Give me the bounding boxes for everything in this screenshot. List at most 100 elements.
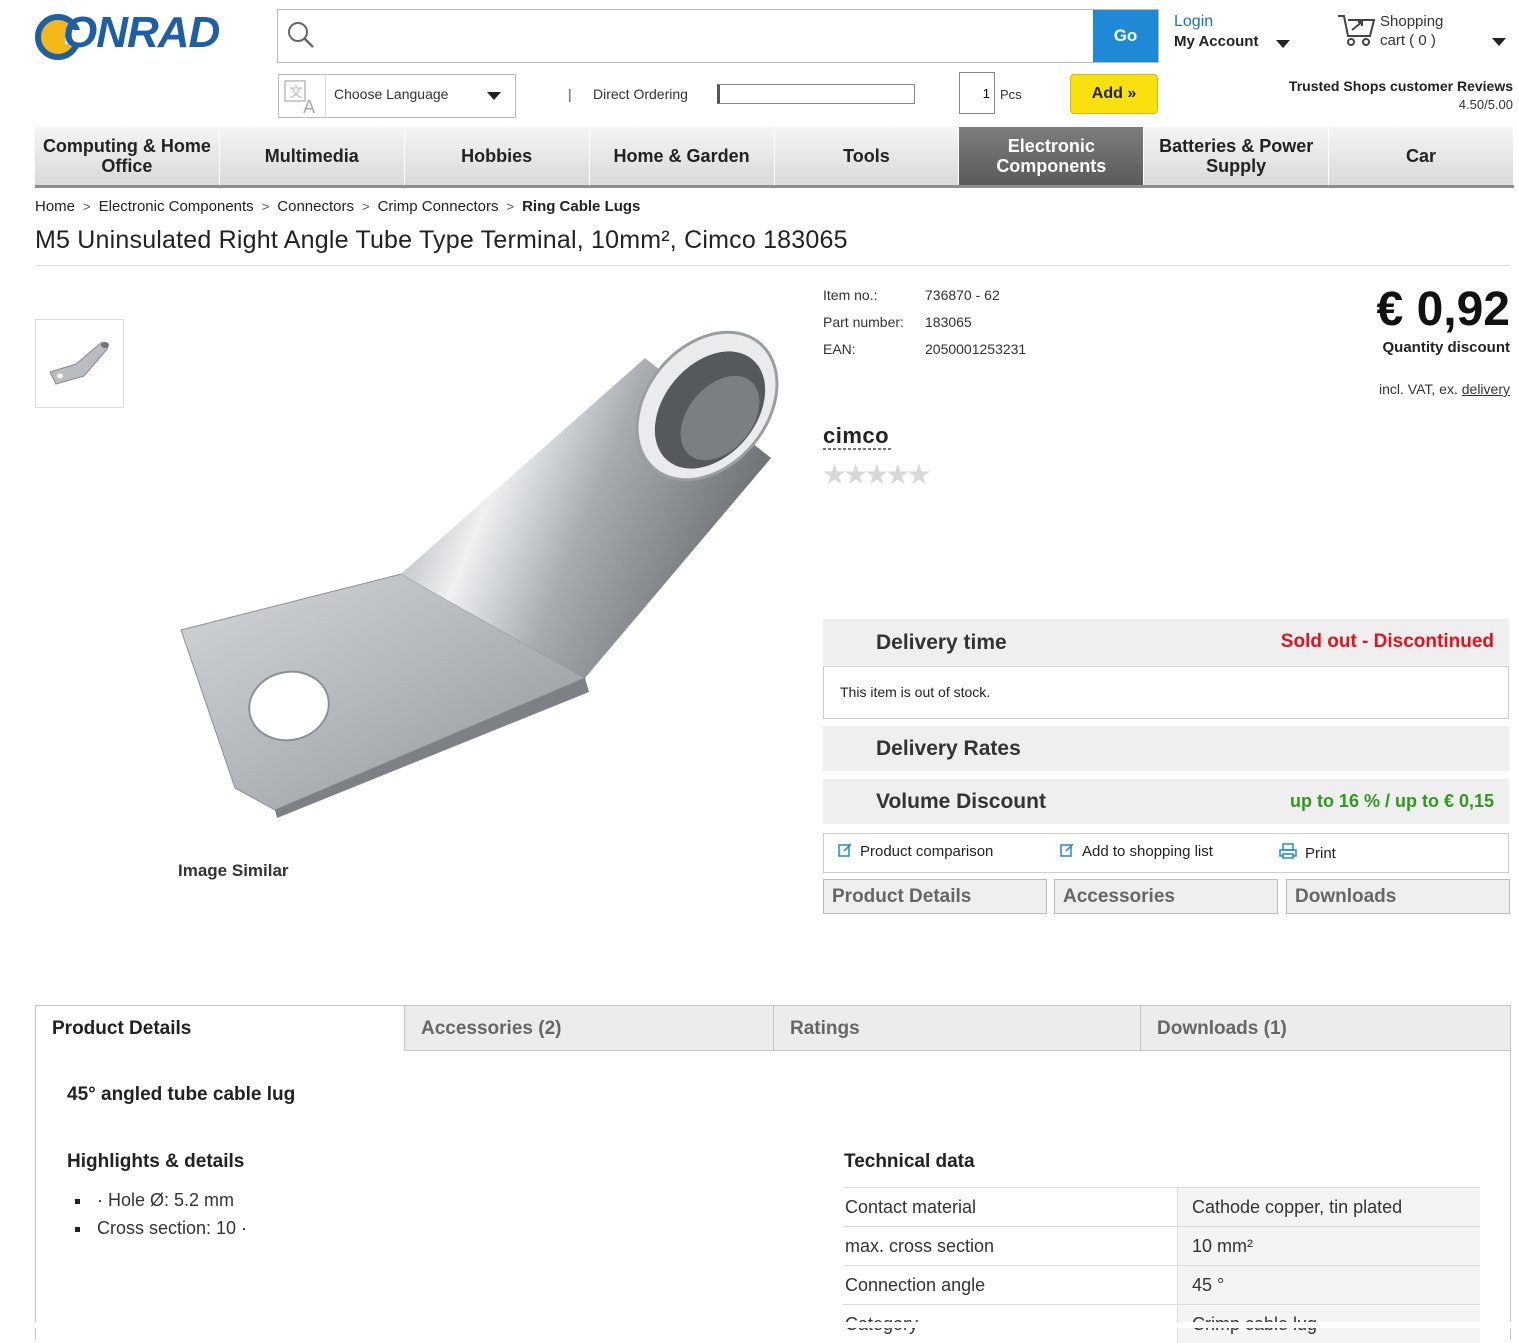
volume-discount-panel[interactable]: Volume Discount up to 16 % / up to € 0,1… (823, 779, 1509, 824)
direct-ordering-input[interactable] (717, 84, 915, 104)
shopping-cart-icon[interactable] (1336, 12, 1376, 48)
delivery-time-panel: Delivery time Sold out - Discontinued (823, 619, 1509, 665)
highlights-list: · Hole Ø: 5.2 mm Cross section: 10 · (67, 1190, 247, 1246)
translate-icon: 文 A (279, 75, 326, 117)
technical-data-heading: Technical data (844, 1151, 975, 1173)
chevron-down-icon[interactable] (1492, 38, 1506, 46)
print-link[interactable]: Print (1279, 843, 1336, 862)
divider (35, 265, 1510, 266)
nav-item-electronic-components[interactable]: Electronic Components (959, 127, 1144, 185)
breadcrumb: Home > Electronic Components > Connectors > Cr… (35, 198, 640, 215)
tab-ratings[interactable]: Ratings (773, 1005, 1141, 1051)
nav-item-tools[interactable]: Tools (775, 127, 960, 185)
nav-item-home-garden[interactable]: Home & Garden (590, 127, 775, 185)
brand-logo[interactable]: cimco (823, 423, 889, 449)
nav-item-car[interactable]: Car (1329, 127, 1514, 185)
table-row: Contact material Cathode copper, tin pla… (843, 1188, 1480, 1227)
print-icon (1279, 843, 1297, 859)
delivery-rates-panel[interactable]: Delivery Rates (823, 726, 1509, 771)
add-to-shopping-list-link[interactable]: Add to shopping list (1060, 843, 1213, 860)
conrad-logo[interactable]: ONRAD (35, 10, 247, 66)
quantity-discount-link[interactable]: Quantity discount (1300, 339, 1510, 356)
page-title: M5 Uninsulated Right Angle Tube Type Ter… (35, 226, 848, 255)
table-row: Connection angle 45 ° (843, 1266, 1480, 1305)
product-image (165, 318, 785, 838)
quantity-input[interactable] (959, 72, 995, 114)
edit-icon (1060, 843, 1074, 857)
language-select[interactable]: 文 A Choose Language (278, 74, 516, 118)
delivery-status: Sold out - Discontinued (1281, 631, 1494, 653)
nav-item-computing[interactable]: Computing & Home Office (35, 127, 220, 185)
svg-text:A: A (303, 97, 316, 117)
list-item: · Hole Ø: 5.2 mm (67, 1190, 247, 1218)
breadcrumb-crimp-connectors[interactable]: Crimp Connectors (378, 198, 499, 215)
search-input[interactable] (326, 16, 1090, 58)
delivery-time-label: Delivery time (876, 631, 1007, 655)
product-actions: Product comparison Add to shopping list … (823, 833, 1509, 873)
breadcrumb-home[interactable]: Home (35, 198, 75, 215)
chevron-down-icon[interactable] (487, 92, 501, 100)
table-cell-key: max. cross section (843, 1227, 1178, 1266)
direct-ordering-label: Direct Ordering (593, 86, 688, 102)
breadcrumb-separator: > (506, 199, 514, 214)
tab-downloads[interactable]: Downloads (1) (1140, 1005, 1511, 1051)
add-to-cart-button[interactable]: Add » (1070, 74, 1158, 114)
search-bar: Go (277, 9, 1159, 63)
my-account-menu[interactable]: My Account (1174, 33, 1258, 50)
ean-label: EAN: (823, 341, 856, 357)
delivery-link[interactable]: delivery (1462, 381, 1510, 397)
logo-wordmark: ONRAD (63, 8, 219, 58)
part-number-label: Part number: (823, 314, 904, 330)
part-number-value: 183065 (925, 314, 972, 330)
stock-message-box: This item is out of stock. (823, 666, 1509, 719)
print-label: Print (1305, 845, 1336, 862)
breadcrumb-separator: > (83, 199, 91, 214)
technical-data-table: Contact material Cathode copper, tin pla… (843, 1187, 1480, 1343)
login-link[interactable]: Login (1174, 13, 1213, 31)
trusted-shops-label[interactable]: Trusted Shops customer Reviews (1240, 78, 1513, 94)
tab-product-details[interactable]: Product Details (35, 1005, 405, 1051)
highlights-heading: Highlights & details (67, 1151, 244, 1173)
product-comparison-link[interactable]: Product comparison (838, 843, 993, 860)
table-cell-key: Contact material (843, 1188, 1178, 1227)
tab-accessories[interactable]: Accessories (2) (404, 1005, 774, 1051)
table-row: max. cross section 10 mm² (843, 1227, 1480, 1266)
vat-text: incl. VAT, ex. (1379, 381, 1458, 397)
volume-discount-value: up to 16 % / up to € 0,15 (1290, 791, 1494, 812)
viewport-edge (0, 1322, 1519, 1328)
search-go-button[interactable]: Go (1093, 10, 1158, 62)
nav-item-multimedia[interactable]: Multimedia (220, 127, 405, 185)
table-cell-value: 10 mm² (1178, 1227, 1481, 1266)
nav-item-batteries[interactable]: Batteries & Power Supply (1144, 127, 1329, 185)
language-label: Choose Language (334, 86, 448, 102)
vat-note: incl. VAT, ex. delivery (1280, 381, 1510, 397)
product-comparison-label: Product comparison (860, 843, 993, 860)
stock-message: This item is out of stock. (840, 684, 990, 700)
brand-logo-underline (823, 448, 893, 450)
main-navigation: Computing & Home Office Multimedia Hobbi… (35, 127, 1514, 188)
breadcrumb-connectors[interactable]: Connectors (277, 198, 354, 215)
product-thumbnail[interactable] (35, 319, 124, 408)
chevron-down-icon[interactable] (1276, 40, 1290, 48)
breadcrumb-separator: > (362, 199, 370, 214)
item-number-label: Item no.: (823, 287, 877, 303)
breadcrumb-electronic-components[interactable]: Electronic Components (99, 198, 254, 215)
breadcrumb-current: Ring Cable Lugs (522, 198, 640, 215)
list-item: Cross section: 10 · (67, 1218, 247, 1246)
quantity-unit: Pcs (1000, 87, 1022, 102)
cart-label[interactable]: Shopping (1380, 13, 1443, 30)
rating-stars[interactable]: ★★★★★ (822, 458, 928, 491)
cart-count[interactable]: cart ( 0 ) (1380, 32, 1436, 49)
table-cell-value: 45 ° (1178, 1266, 1481, 1305)
downloads-tab[interactable]: Downloads (1286, 879, 1510, 914)
table-cell-value: Cathode copper, tin plated (1178, 1188, 1481, 1227)
nav-item-hobbies[interactable]: Hobbies (405, 127, 590, 185)
product-details-tab[interactable]: Product Details (823, 879, 1047, 914)
trusted-shops-score: 4.50/5.00 (1240, 97, 1513, 112)
svg-text:文: 文 (289, 85, 303, 101)
ean-value: 2050001253231 (925, 341, 1026, 357)
accessories-tab[interactable]: Accessories (1054, 879, 1278, 914)
volume-discount-label: Volume Discount (876, 790, 1046, 814)
search-icon (286, 20, 316, 50)
product-price: € 0,92 (1300, 282, 1510, 337)
